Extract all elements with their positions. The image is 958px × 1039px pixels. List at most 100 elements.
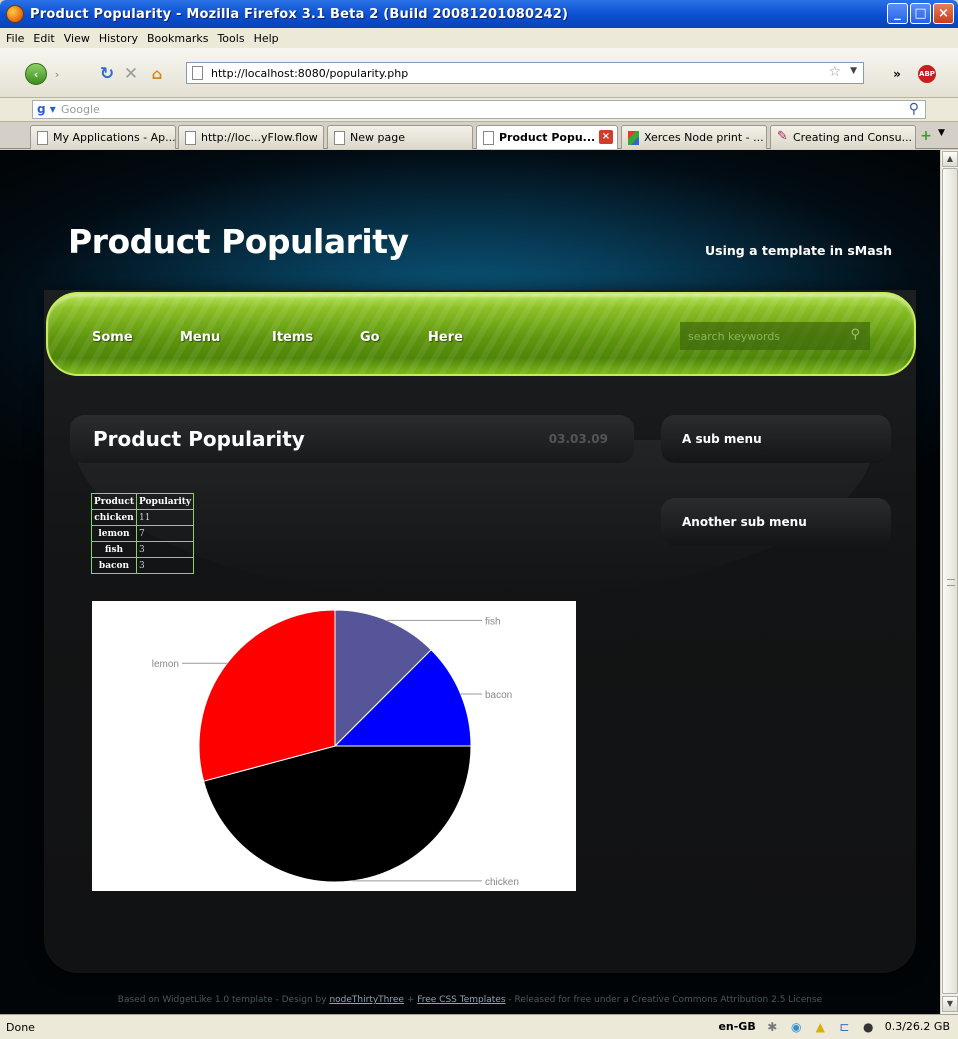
tab-bar: My Applications - Ap... http://loc...yFl…: [0, 123, 958, 149]
menu-edit[interactable]: Edit: [33, 32, 54, 45]
tab-label: Creating and Consu...: [793, 131, 913, 144]
vertical-scrollbar[interactable]: ▲ ▼: [940, 150, 958, 1014]
content-title: Product Popularity: [93, 427, 305, 451]
memory-readout: 0.3/26.2 GB: [884, 1020, 950, 1033]
tab-creating-consuming[interactable]: ✎ Creating and Consu...: [770, 125, 916, 149]
menu-view[interactable]: View: [64, 32, 90, 45]
pie-chart-container: fish bacon chicken lemon: [92, 601, 576, 891]
language-indicator[interactable]: en-GB: [718, 1020, 755, 1033]
site-search-input[interactable]: search keywords ⚲: [680, 322, 870, 350]
footer-text: +: [403, 995, 418, 1005]
tab-label: http://loc...yFlow.flow: [201, 131, 318, 144]
stop-icon[interactable]: ✕: [122, 63, 140, 85]
tab-label: My Applications - Ap...: [53, 131, 176, 144]
popularity-cell: 3: [135, 541, 195, 558]
column-header: Product: [91, 493, 137, 510]
tab-xerces[interactable]: Xerces Node print - ...: [621, 125, 767, 149]
tab-my-applications[interactable]: My Applications - Ap...: [30, 125, 176, 149]
popularity-cell: 3: [135, 557, 195, 574]
nav-item-items[interactable]: Items: [272, 330, 313, 345]
pie-chart: fish bacon chicken lemon: [152, 609, 519, 888]
url-dropdown-icon[interactable]: ▼: [850, 66, 857, 76]
globe-icon[interactable]: ◉: [789, 1019, 804, 1034]
navigation-toolbar: ‹ › ↻ ✕ ⌂ http://localhost:8080/populari…: [0, 48, 958, 98]
menu-file[interactable]: File: [6, 32, 24, 45]
site-title: Product Popularity: [68, 222, 409, 261]
puzzle-icon[interactable]: ✱: [765, 1019, 780, 1034]
tab-product-popularity[interactable]: Product Popu... ×: [476, 125, 618, 149]
search-icon[interactable]: ⚲: [909, 101, 919, 117]
nav-item-here[interactable]: Here: [428, 330, 463, 345]
sub-menu-label: A sub menu: [682, 432, 762, 446]
slice-label: lemon: [152, 659, 179, 670]
url-bar[interactable]: http://localhost:8080/popularity.php ☆ ▼: [186, 62, 864, 84]
table-row: bacon 3: [91, 557, 195, 574]
product-cell: fish: [91, 541, 137, 558]
footer-link-nodethirtythree[interactable]: nodeThirtyThree: [329, 995, 404, 1005]
bookmark-star-icon[interactable]: ☆: [828, 64, 841, 80]
tab-localhost-flow[interactable]: http://loc...yFlow.flow: [178, 125, 324, 149]
memory-icon[interactable]: ●: [861, 1019, 876, 1034]
sub-menu-box[interactable]: Another sub menu: [661, 498, 891, 546]
google-search-input[interactable]: g ▾ Google ⚲: [32, 100, 926, 119]
page-icon: [192, 66, 203, 80]
table-row: lemon 7: [91, 525, 195, 542]
back-arrow-icon: ‹: [33, 67, 39, 81]
google-icon[interactable]: g ▾: [37, 102, 56, 116]
grip-icon: [947, 579, 955, 586]
tab-label: New page: [350, 131, 405, 144]
tab-list-icon[interactable]: ▼: [938, 128, 945, 138]
new-tab-icon[interactable]: +: [918, 128, 934, 144]
forward-button[interactable]: ›: [47, 63, 67, 85]
sub-menu-label: Another sub menu: [682, 515, 807, 529]
site-nav: Some Menu Items Go Here search keywords …: [46, 292, 916, 376]
tab-label: Product Popu...: [499, 131, 596, 144]
menu-bookmarks[interactable]: Bookmarks: [147, 32, 208, 45]
popularity-table: Product Popularity chicken 11 lemon 7 fi…: [91, 493, 195, 574]
nav-item-go[interactable]: Go: [360, 330, 380, 345]
menu-help[interactable]: Help: [254, 32, 279, 45]
nav-item-menu[interactable]: Menu: [180, 330, 220, 345]
firefox-logo-icon: [6, 5, 24, 23]
slice-label: bacon: [485, 690, 512, 701]
sub-menu-box[interactable]: A sub menu: [661, 415, 891, 463]
menu-history[interactable]: History: [99, 32, 138, 45]
nav-item-some[interactable]: Some: [92, 330, 133, 345]
scroll-down-icon[interactable]: ▼: [942, 996, 958, 1012]
xerces-icon: [628, 131, 639, 145]
google-search-toolbar: g ▾ Google ⚲: [0, 98, 958, 122]
toolbar-overflow-icon[interactable]: »: [890, 63, 904, 85]
content-header: Product Popularity 03.03.09: [70, 415, 634, 463]
popularity-cell: 7: [135, 525, 195, 542]
table-row: chicken 11: [91, 509, 195, 526]
adblock-icon[interactable]: ABP: [918, 65, 936, 83]
footer-link-free-css-templates[interactable]: Free CSS Templates: [417, 995, 505, 1005]
home-icon[interactable]: ⌂: [148, 63, 166, 85]
feather-icon: ✎: [777, 129, 788, 144]
menu-tools[interactable]: Tools: [217, 32, 244, 45]
google-search-placeholder: Google: [61, 103, 100, 116]
scroll-thumb[interactable]: [942, 168, 958, 994]
warning-icon[interactable]: ▲: [813, 1019, 828, 1034]
page-icon: [483, 131, 494, 145]
url-text: http://localhost:8080/popularity.php: [211, 66, 409, 80]
content-date: 03.03.09: [548, 432, 608, 446]
forward-arrow-icon: ›: [54, 67, 60, 81]
slice-label: chicken: [485, 877, 519, 888]
tab-new-page[interactable]: New page: [327, 125, 473, 149]
scroll-up-icon[interactable]: ▲: [942, 151, 958, 167]
footer: Based on WidgetLike 1.0 template - Desig…: [0, 995, 940, 1005]
bracket-icon[interactable]: ⊏: [837, 1019, 852, 1034]
maximize-button[interactable]: □: [910, 3, 931, 24]
window-title: Product Popularity - Mozilla Firefox 3.1…: [30, 6, 569, 22]
status-bar: Done en-GB ✱ ◉ ▲ ⊏ ● 0.3/26.2 GB: [0, 1014, 958, 1039]
footer-text: Based on WidgetLike 1.0 template - Desig…: [117, 995, 330, 1005]
back-button[interactable]: ‹: [25, 63, 47, 85]
tab-close-icon[interactable]: ×: [599, 130, 613, 144]
close-button[interactable]: ×: [933, 3, 954, 24]
status-icons: en-GB ✱ ◉ ▲ ⊏ ● 0.3/26.2 GB: [718, 1019, 950, 1034]
search-icon[interactable]: ⚲: [850, 327, 860, 342]
slice-label: fish: [485, 616, 501, 627]
reload-icon[interactable]: ↻: [98, 63, 116, 85]
minimize-button[interactable]: _: [887, 3, 908, 24]
